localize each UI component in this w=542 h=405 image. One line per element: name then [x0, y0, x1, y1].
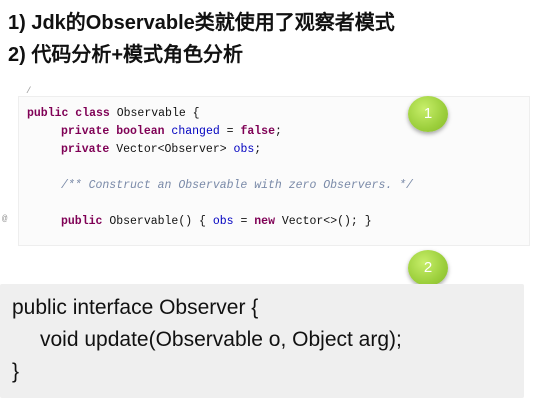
- code-text: Vector<>(); }: [275, 215, 372, 228]
- code-text: Observable() {: [102, 215, 213, 228]
- code-top-mark: /: [26, 86, 32, 96]
- interface-line-2: void update(Observable o, Object arg);: [40, 328, 402, 351]
- keyword: private: [61, 143, 110, 156]
- code-line-obs-field: private Vector<Observer> obs;: [61, 143, 261, 156]
- field-name: changed: [164, 125, 220, 138]
- observer-interface-snippet: public interface Observer { void update(…: [0, 284, 524, 398]
- code-text: ;: [274, 125, 282, 138]
- badge-1: 1: [408, 96, 448, 132]
- interface-line-1: public interface Observer {: [12, 296, 259, 319]
- heading-line-1: 1) Jdk的Observable类就使用了观察者模式: [8, 12, 395, 34]
- heading-line-2: 2) 代码分析+模式角色分析: [8, 44, 244, 66]
- code-line-class-decl: public class Observable {: [27, 107, 200, 120]
- field-name: obs: [233, 143, 255, 156]
- badge-2: 2: [408, 250, 448, 286]
- code-line-javadoc: /** Construct an Observable with zero Ob…: [61, 179, 413, 192]
- code-text: ;: [254, 143, 262, 156]
- code-text: Vector<Observer>: [109, 143, 234, 156]
- field-name: obs: [212, 215, 234, 228]
- keyword: public class: [27, 107, 110, 120]
- interface-line-3: }: [12, 360, 20, 383]
- code-text: =: [219, 125, 241, 138]
- code-line-constructor: public Observable() { obs = new Vector<>…: [61, 215, 372, 228]
- keyword: new: [254, 215, 275, 228]
- code-text: =: [233, 215, 255, 228]
- observable-code-snippet: public class Observable { private boolea…: [18, 96, 530, 246]
- gutter-override-mark: @: [2, 214, 8, 224]
- code-text: Observable {: [109, 107, 200, 120]
- keyword: public: [61, 215, 103, 228]
- keyword: false: [240, 125, 275, 138]
- keyword: private boolean: [61, 125, 165, 138]
- code-line-changed-field: private boolean changed = false;: [61, 125, 282, 138]
